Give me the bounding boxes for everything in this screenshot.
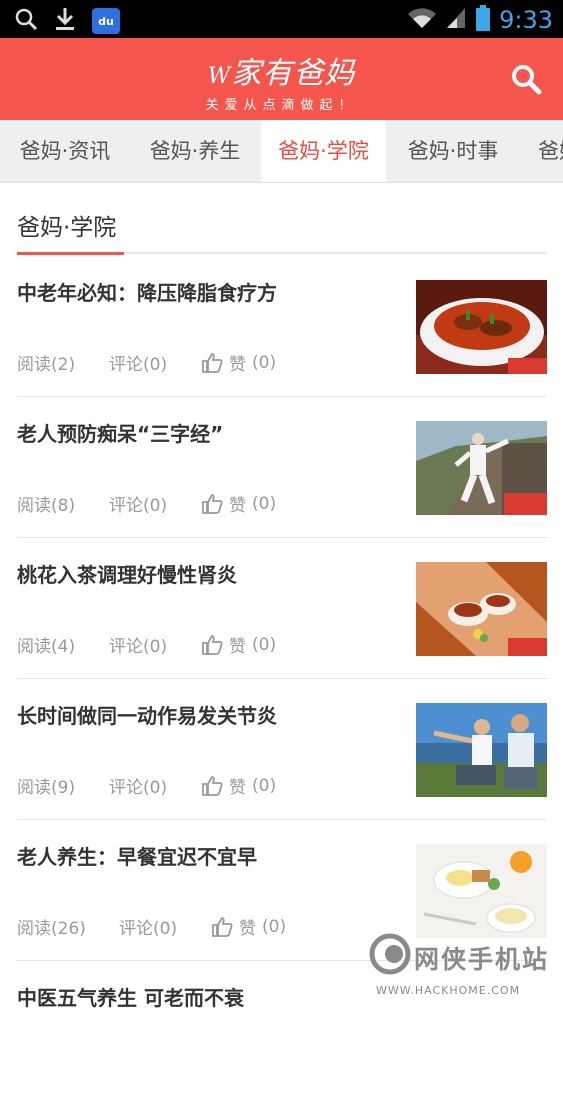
article-item[interactable]: 长时间做同一动作易发关节炎 阅读(9) 评论(0) 赞 (0) <box>17 678 547 820</box>
tab-health[interactable]: 爸妈·养生 <box>130 120 260 182</box>
search-icon <box>14 7 38 35</box>
like-button[interactable]: 赞 (0) <box>201 491 276 516</box>
comment-count[interactable]: 评论(0) <box>109 350 201 375</box>
article-meta: 阅读(9) 评论(0) 赞 (0) <box>17 773 276 799</box>
comment-count[interactable]: 评论(0) <box>109 491 201 516</box>
like-label: 赞 <box>229 355 246 375</box>
app-header: W家有爸妈 关爱从点滴做起！ <box>0 38 563 120</box>
breakfast-thumbnail[interactable] <box>416 844 547 938</box>
comment-count[interactable]: 评论(0) <box>109 632 201 657</box>
article-title[interactable]: 长时间做同一动作易发关节炎 <box>17 700 407 729</box>
logo-prefix: W <box>207 64 232 89</box>
article-item[interactable]: 桃花入茶调理好慢性肾炎 阅读(4) 评论(0) 赞 (0) <box>17 537 547 679</box>
article-meta: 阅读(2) 评论(0) 赞 (0) <box>17 350 276 376</box>
tab-news[interactable]: 爸妈·资讯 <box>0 120 130 182</box>
read-count: 阅读(26) <box>17 919 86 939</box>
thumbs-up-icon <box>202 352 223 373</box>
comment-count[interactable]: 评论(0) <box>109 773 201 798</box>
thumbs-up-icon <box>212 916 233 937</box>
like-button[interactable]: 赞 (0) <box>201 350 276 375</box>
status-bar: du 9:33 <box>0 0 563 38</box>
article-title[interactable]: 老人预防痴呆“三字经” <box>17 418 407 447</box>
logo-title: 家有爸妈 <box>231 56 356 91</box>
logo-slogan: 关爱从点滴做起！ <box>205 98 358 113</box>
article-meta: 阅读(26) 评论(0) 赞 (0) <box>17 914 286 940</box>
read-count: 阅读(8) <box>17 496 76 516</box>
category-tabs: 爸妈·资讯 爸妈·养生 爸妈·学院 爸妈·时事 爸妈 <box>0 120 563 183</box>
watermark-url: WWW.HACKHOME.COM <box>376 984 521 997</box>
article-title[interactable]: 老人养生：早餐宜迟不宜早 <box>17 841 407 870</box>
like-button[interactable]: 赞 (0) <box>201 632 276 657</box>
like-label: 赞 <box>239 919 256 939</box>
like-count: (0) <box>252 634 277 655</box>
like-label: 赞 <box>229 778 246 798</box>
article-meta: 阅读(4) 评论(0) 赞 (0) <box>17 632 276 658</box>
watermark-text: 网侠手机站 <box>414 945 550 974</box>
like-count: (0) <box>252 352 277 373</box>
comment-count[interactable]: 评论(0) <box>119 914 211 939</box>
article-item[interactable]: 中老年必知：降压降脂食疗方 阅读(2) 评论(0) 赞 (0) <box>17 255 547 397</box>
battery-icon <box>475 4 491 36</box>
tab-more[interactable]: 爸妈 <box>522 120 563 182</box>
like-count: (0) <box>252 775 277 796</box>
tab-academy[interactable]: 爸妈·学院 <box>261 120 386 182</box>
like-label: 赞 <box>229 496 246 516</box>
baidu-app-icon: du <box>92 8 120 34</box>
like-count: (0) <box>252 493 277 514</box>
thumbs-up-icon <box>202 634 223 655</box>
thumbs-up-icon <box>202 775 223 796</box>
like-count: (0) <box>262 916 287 937</box>
clock: 9:33 <box>499 6 553 34</box>
read-count: 阅读(9) <box>17 778 76 798</box>
food-dish-thumbnail[interactable] <box>416 280 547 374</box>
read-count: 阅读(2) <box>17 355 76 375</box>
article-meta: 阅读(8) 评论(0) 赞 (0) <box>17 491 276 517</box>
great-wall-taichi-thumbnail[interactable] <box>416 421 547 515</box>
tea-cups-thumbnail[interactable] <box>416 562 547 656</box>
like-button[interactable]: 赞 (0) <box>201 773 276 798</box>
wifi-icon <box>407 6 437 34</box>
system-indicators: 9:33 <box>407 4 553 36</box>
download-icon <box>54 6 76 36</box>
elderly-couple-thumbnail[interactable] <box>416 703 547 797</box>
app-logo: W家有爸妈 关爱从点滴做起！ <box>0 48 563 113</box>
signal-icon <box>445 6 467 34</box>
search-icon <box>512 65 542 95</box>
article-title[interactable]: 桃花入茶调理好慢性肾炎 <box>17 559 407 588</box>
search-button[interactable] <box>509 62 543 96</box>
watermark-logo-icon <box>369 933 411 975</box>
article-title[interactable]: 中老年必知：降压降脂食疗方 <box>17 277 407 306</box>
section-title: 爸妈·学院 <box>17 215 117 241</box>
read-count: 阅读(4) <box>17 637 76 657</box>
notification-icons: du <box>14 6 120 36</box>
site-watermark: 网侠手机站 WWW.HACKHOME.COM <box>368 928 563 1002</box>
tab-current-affairs[interactable]: 爸妈·时事 <box>388 120 518 182</box>
like-button[interactable]: 赞 (0) <box>211 914 286 939</box>
like-label: 赞 <box>229 637 246 657</box>
article-title[interactable]: 中医五气养生 可老而不衰 <box>17 982 407 1011</box>
thumbs-up-icon <box>202 493 223 514</box>
article-item[interactable]: 老人预防痴呆“三字经” 阅读(8) 评论(0) 赞 (0) <box>17 396 547 538</box>
